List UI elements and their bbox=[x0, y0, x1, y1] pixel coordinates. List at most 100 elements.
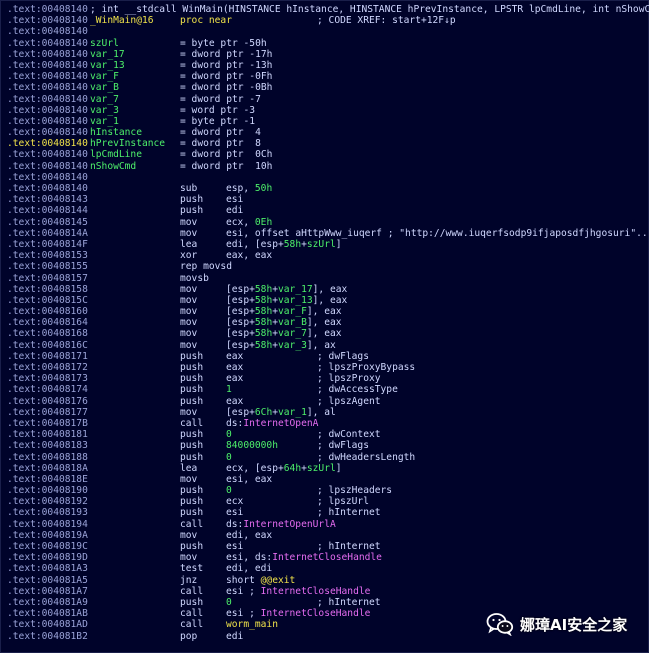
instruction-operands[interactable]: esi bbox=[226, 507, 243, 518]
instruction-operands[interactable]: ecx, [esp+64h+szUrl] bbox=[226, 463, 342, 474]
instruction-line[interactable]: .text:0040818A lea ecx, [esp+64h+szUrl] bbox=[1, 463, 648, 474]
instruction-operands[interactable]: edi bbox=[226, 205, 243, 216]
instruction-line[interactable]: .text:00408173 push eax ; lpszProxy bbox=[1, 373, 648, 384]
signature-line[interactable]: .text:00408140 ; int __stdcall WinMain(H… bbox=[1, 4, 649, 15]
instruction-line[interactable]: .text:00408183 push 84000000h ; dwFlags bbox=[1, 440, 648, 451]
variable-name[interactable]: var_3 bbox=[90, 105, 119, 116]
variable-name[interactable]: var_17 bbox=[90, 49, 125, 60]
instruction-operands[interactable]: ecx, 0Eh bbox=[226, 217, 272, 228]
instruction-line[interactable]: .text:00408143 push esi bbox=[1, 194, 648, 205]
instruction-line[interactable]: .text:0040818E mov esi, eax bbox=[1, 474, 648, 485]
instruction-line[interactable]: .text:00408158 mov [esp+58h+var_17], eax bbox=[1, 284, 648, 295]
instruction-operands[interactable]: eax bbox=[226, 351, 243, 362]
variable-name[interactable]: szUrl bbox=[90, 38, 119, 49]
instruction-operands[interactable]: [esp+58h+var_B], eax bbox=[226, 317, 342, 328]
variable-name[interactable]: hInstance bbox=[90, 127, 142, 138]
instruction-operands[interactable]: esi, eax bbox=[226, 474, 272, 485]
stack-variable-line[interactable]: .text:00408140 var_17 = dword ptr -17h bbox=[1, 49, 648, 60]
instruction-operands[interactable]: short @@exit bbox=[226, 575, 295, 586]
stack-variable-line[interactable]: .text:00408140 var_1 = byte ptr -1 bbox=[1, 116, 648, 127]
proc-line[interactable]: .text:00408140 _WinMain@16 proc near ; C… bbox=[1, 15, 648, 26]
instruction-operands[interactable]: edi, eax bbox=[226, 530, 272, 541]
stack-variable-line[interactable]: .text:00408140 lpCmdLine = dword ptr 0Ch bbox=[1, 149, 648, 160]
instruction-operands[interactable]: edi, [esp+58h+szUrl] bbox=[226, 239, 342, 250]
instruction-line[interactable]: .text:00408153 xor eax, eax bbox=[1, 250, 648, 261]
instruction-line[interactable]: .text:004081A7 call esi ; InternetCloseHan… bbox=[1, 586, 648, 597]
instruction-line[interactable]: .text:00408188 push 0 ; dwHeadersLength bbox=[1, 452, 648, 463]
instruction-operands[interactable]: esi, offset aHttpWww_iuqerf ; "http://ww… bbox=[226, 228, 649, 239]
variable-name[interactable]: var_7 bbox=[90, 94, 119, 105]
instruction-operands[interactable]: [esp+58h+var_7], eax bbox=[226, 328, 342, 339]
instruction-line[interactable]: .text:00408181 push 0 ; dwContext bbox=[1, 429, 648, 440]
instruction-operands[interactable]: edi, edi bbox=[226, 563, 272, 574]
instruction-operands[interactable]: [esp+58h+var_F], eax bbox=[226, 306, 342, 317]
variable-name[interactable]: hPrevInstance bbox=[90, 138, 165, 149]
instruction-line[interactable]: .text:00408168 mov [esp+58h+var_7], eax bbox=[1, 328, 648, 339]
instruction-line[interactable]: .text:00408157 movsb bbox=[1, 273, 648, 284]
instruction-line[interactable]: .text:004081A3 test edi, edi bbox=[1, 563, 648, 574]
variable-name[interactable]: var_F bbox=[90, 71, 119, 82]
instruction-line[interactable]: .text:00408171 push eax ; dwFlags bbox=[1, 351, 648, 362]
instruction-operands[interactable]: eax bbox=[226, 396, 243, 407]
instruction-line[interactable]: .text:004081A9 push 0 ; hInternet bbox=[1, 597, 648, 608]
instruction-line[interactable]: .text:00408177 mov [esp+6Ch+var_1], al bbox=[1, 407, 648, 418]
variable-name[interactable]: lpCmdLine bbox=[90, 149, 142, 160]
instruction-line[interactable]: .text:00408160 mov [esp+58h+var_F], eax bbox=[1, 306, 648, 317]
instruction-operands[interactable]: ecx bbox=[226, 496, 243, 507]
instruction-operands[interactable]: esi ; InternetCloseHandle bbox=[226, 586, 370, 597]
instruction-operands[interactable]: ds:InternetOpenA bbox=[226, 418, 318, 429]
disassembly-listing[interactable]: .text:00408140 ; int __stdcall WinMain(H… bbox=[0, 0, 649, 653]
instruction-operands[interactable]: esi bbox=[226, 194, 243, 205]
instruction-line[interactable]: .text:00408155 rep movsd bbox=[1, 261, 648, 272]
instruction-line[interactable]: .text:0040819A mov edi, eax bbox=[1, 530, 648, 541]
instruction-line[interactable]: .text:0040814A mov esi, offset aHttpWww_iu… bbox=[1, 228, 649, 239]
instruction-line[interactable]: .text:00408176 push eax ; lpszAgent bbox=[1, 396, 648, 407]
instruction-line[interactable]: .text:0040814F lea edi, [esp+58h+szUrl] bbox=[1, 239, 648, 250]
function-name[interactable]: _WinMain@16 bbox=[90, 15, 154, 26]
stack-variable-line[interactable]: .text:00408140 var_3 = word ptr -3 bbox=[1, 105, 648, 116]
instruction-operands[interactable]: 84000000h bbox=[226, 440, 278, 451]
instruction-line[interactable]: .text:00408145 mov ecx, 0Eh bbox=[1, 217, 648, 228]
stack-variable-line[interactable]: .text:00408140 var_F = dword ptr -0Fh bbox=[1, 71, 648, 82]
instruction-operands[interactable]: [esp+58h+var_3], ax bbox=[226, 340, 336, 351]
instruction-operands[interactable]: [esp+58h+var_17], eax bbox=[226, 284, 347, 295]
code-xref-comment[interactable]: ; CODE XREF: start+12F↓p bbox=[317, 15, 456, 26]
instruction-line[interactable]: .text:00408190 push 0 ; lpszHeaders bbox=[1, 485, 648, 496]
instruction-line[interactable]: .text:0040819D mov esi, ds:InternetCloseHa… bbox=[1, 552, 648, 563]
instruction-line[interactable]: .text:00408140 sub esp, 50h bbox=[1, 183, 648, 194]
instruction-operands[interactable]: eax bbox=[226, 373, 243, 384]
instruction-operands[interactable]: [esp+58h+var_13], eax bbox=[226, 295, 347, 306]
stack-variable-line[interactable]: .text:00408140 var_13 = dword ptr -13h bbox=[1, 60, 648, 71]
instruction-line[interactable]: .text:00408192 push ecx ; lpszUrl bbox=[1, 496, 648, 507]
instruction-line[interactable]: .text:0040817B call ds:InternetOpenA bbox=[1, 418, 648, 429]
instruction-operands[interactable]: 0 bbox=[226, 429, 232, 440]
instruction-operands[interactable]: eax, eax bbox=[226, 250, 272, 261]
stack-variable-line[interactable]: .text:00408140 hPrevInstance = dword ptr 8 bbox=[1, 138, 648, 149]
instruction-line[interactable]: .text:0040816C mov [esp+58h+var_3], ax bbox=[1, 340, 648, 351]
instruction-line[interactable]: .text:00408174 push 1 ; dwAccessType bbox=[1, 384, 648, 395]
stack-variable-line[interactable]: .text:00408140 var_B = dword ptr -0Bh bbox=[1, 82, 648, 93]
stack-variable-line[interactable]: .text:00408140 var_7 = dword ptr -7 bbox=[1, 94, 648, 105]
instruction-line[interactable]: .text:0040819C push esi ; hInternet bbox=[1, 541, 648, 552]
instruction-operands[interactable]: eax bbox=[226, 362, 243, 373]
instruction-operands[interactable]: 0 bbox=[226, 597, 232, 608]
variable-name[interactable]: var_1 bbox=[90, 116, 119, 127]
instruction-line[interactable]: .text:00408164 mov [esp+58h+var_B], eax bbox=[1, 317, 648, 328]
stack-variable-line[interactable]: .text:00408140 hInstance = dword ptr 4 bbox=[1, 127, 648, 138]
instruction-line[interactable]: .text:0040815C mov [esp+58h+var_13], eax bbox=[1, 295, 648, 306]
instruction-operands[interactable]: esi ; InternetCloseHandle bbox=[226, 608, 370, 619]
instruction-operands[interactable]: 1 bbox=[226, 384, 232, 395]
instruction-operands[interactable]: esp, 50h bbox=[226, 183, 272, 194]
instruction-line[interactable]: .text:00408144 push edi bbox=[1, 205, 648, 216]
instruction-operands[interactable]: 0 bbox=[226, 452, 232, 463]
instruction-line[interactable]: .text:004081A5 jnz short @@exit bbox=[1, 575, 648, 586]
instruction-operands[interactable]: ds:InternetOpenUrlA bbox=[226, 519, 336, 530]
instruction-operands[interactable]: esi, ds:InternetCloseHandle bbox=[226, 552, 382, 563]
variable-name[interactable]: var_B bbox=[90, 82, 119, 93]
instruction-operands[interactable]: esi bbox=[226, 541, 243, 552]
stack-variable-line[interactable]: .text:00408140 szUrl = byte ptr -50h bbox=[1, 38, 648, 49]
stack-variable-line[interactable]: .text:00408140 nShowCmd = dword ptr 10h bbox=[1, 161, 648, 172]
instruction-line[interactable]: .text:00408193 push esi ; hInternet bbox=[1, 507, 648, 518]
instruction-operands[interactable]: 0 bbox=[226, 485, 232, 496]
variable-name[interactable]: var_13 bbox=[90, 60, 125, 71]
